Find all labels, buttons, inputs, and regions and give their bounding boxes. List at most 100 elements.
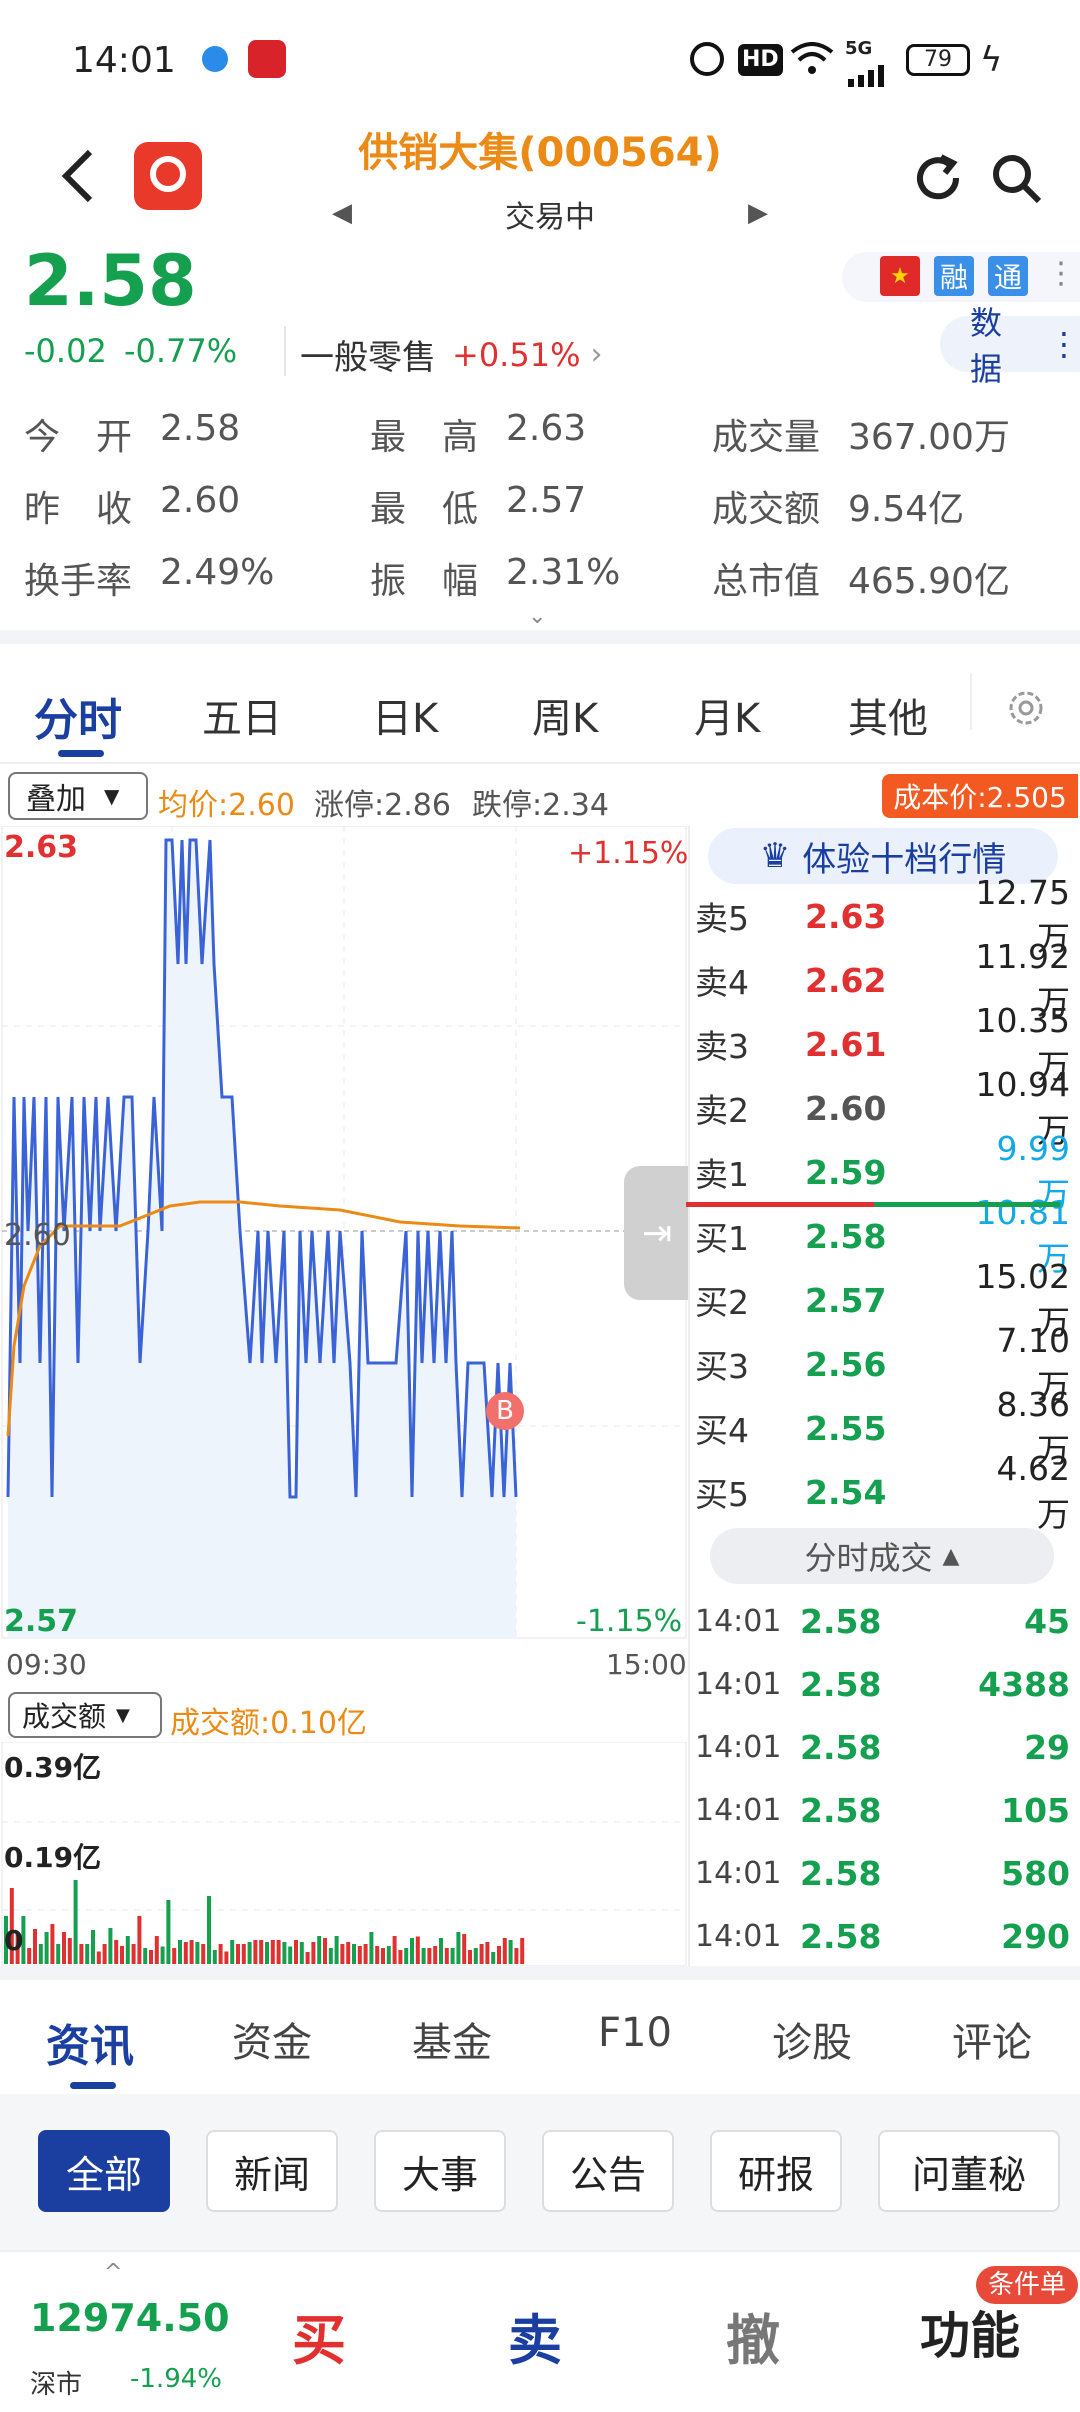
dropdown-icon: ▼ — [116, 1704, 130, 1726]
order-level: 买3 — [695, 1347, 749, 1386]
trade-price: 2.58 — [800, 1917, 882, 1956]
y-axis-max: 2.63 — [4, 830, 79, 865]
index-value[interactable]: 12974.50 — [30, 2296, 230, 2340]
hd-icon: HD — [738, 44, 783, 76]
tab-intraday[interactable]: 分时 — [34, 684, 122, 748]
chip-all[interactable]: 全部 — [38, 2130, 170, 2212]
stat-value: 2.31% — [506, 552, 621, 593]
vol-y2: 0.19亿 — [4, 1841, 102, 1874]
prev-stock-icon[interactable]: ◀ — [332, 198, 352, 228]
volume-bar — [346, 1942, 351, 1964]
volume-bar — [247, 1942, 252, 1964]
volume-bar — [56, 1944, 61, 1964]
price-change-pct: -0.77% — [124, 332, 238, 370]
collapse-panel-icon[interactable]: ⇥ — [624, 1166, 690, 1300]
news-tab-comments[interactable]: 评论 — [952, 2010, 1032, 2068]
news-tab-diagnose[interactable]: 诊股 — [772, 2010, 852, 2068]
sector-link[interactable]: 一般零售 +0.51% › — [300, 330, 602, 379]
tab-monthly-k[interactable]: 月K — [694, 686, 760, 744]
trade-time: 14:01 — [695, 1604, 782, 1639]
volume-bar — [415, 1936, 420, 1964]
volume-bar — [514, 1948, 519, 1964]
stock-title[interactable]: 供销大集(000564) — [300, 120, 780, 178]
shopping-app-icon — [248, 40, 286, 78]
sell-button[interactable]: 卖 — [508, 2296, 562, 2375]
wifi-icon — [790, 42, 834, 76]
tab-weekly-k[interactable]: 周K — [532, 686, 598, 744]
stat-value: 367.00万 — [848, 417, 1010, 458]
order-price: 2.55 — [805, 1408, 887, 1448]
functions-button[interactable]: 功能 — [920, 2296, 1020, 2368]
panel-divider — [688, 826, 690, 1966]
y-axis-min: 2.57 — [4, 1604, 79, 1639]
volume-bar — [27, 1948, 32, 1964]
intraday-chart[interactable] — [0, 826, 690, 1646]
volume-chart — [1, 1742, 687, 1966]
order-book-row[interactable]: 买5 2.54 4.62万 — [695, 1449, 1070, 1534]
volume-bar — [85, 1944, 90, 1964]
y-axis-mid: 2.60 — [4, 1218, 71, 1253]
volume-bar — [33, 1929, 37, 1964]
expand-chevron-icon[interactable]: ⌄ — [528, 604, 546, 629]
order-level: 卖5 — [695, 899, 749, 938]
chevron-right-icon: › — [590, 337, 603, 372]
chip-research[interactable]: 研报 — [710, 2130, 842, 2212]
volume-bar — [439, 1938, 443, 1964]
volume-bar — [79, 1944, 84, 1964]
more-icon[interactable]: ⋮ — [1046, 256, 1076, 291]
active-tab-indicator — [70, 2082, 116, 2089]
chevron-up-icon[interactable]: ^ — [104, 2260, 122, 2285]
news-tab-f10[interactable]: F10 — [598, 2010, 672, 2056]
news-tab-fund[interactable]: 基金 — [412, 2010, 492, 2068]
next-stock-icon[interactable]: ▶ — [748, 198, 768, 228]
stat-label: 总市值 — [712, 561, 821, 602]
chip-events[interactable]: 大事 — [374, 2130, 506, 2212]
chip-news[interactable]: 新闻 — [206, 2130, 338, 2212]
search-button[interactable] — [986, 148, 1046, 208]
tab-other[interactable]: 其他 — [848, 686, 928, 744]
index-pct: -1.94% — [130, 2364, 222, 2394]
volume-bar — [102, 1944, 107, 1964]
limit-up: 涨停:2.86 — [314, 788, 451, 823]
order-level: 卖4 — [695, 963, 749, 1002]
tab-five-day[interactable]: 五日 — [202, 686, 282, 744]
chip-announcements[interactable]: 公告 — [542, 2130, 674, 2212]
stat-label: 今 开 — [24, 417, 133, 458]
stat-value: 2.58 — [160, 408, 241, 449]
overlay-select[interactable]: 叠加 ▼ — [8, 772, 148, 820]
settings-gear-icon[interactable] — [1002, 684, 1050, 732]
stat-label: 成交额 — [712, 489, 821, 530]
cost-price-badge[interactable]: 成本价:2.505 — [882, 774, 1078, 818]
volume-bar — [143, 1948, 148, 1964]
volume-bar — [427, 1948, 432, 1964]
trade-volume: 580 — [1001, 1854, 1070, 1893]
data-button[interactable]: 数据 ⋮ — [940, 304, 1080, 388]
trade-time: 14:01 — [695, 1793, 782, 1828]
conditional-order-badge[interactable]: 条件单 — [976, 2266, 1079, 2304]
cancel-button[interactable]: 撤 — [726, 2296, 780, 2375]
section-divider — [0, 630, 1080, 644]
connect-tag[interactable]: 通 — [988, 256, 1028, 296]
volume-bar — [410, 1938, 414, 1964]
order-price: 2.54 — [805, 1472, 887, 1512]
back-button[interactable] — [48, 146, 108, 206]
index-name: 深市 — [30, 2370, 83, 2400]
chip-ask-secretary[interactable]: 问董秘 — [878, 2130, 1060, 2212]
margin-tag[interactable]: 融 — [934, 256, 974, 296]
trade-price: 2.58 — [800, 1728, 882, 1767]
volume-select-label: 成交额 — [22, 1700, 107, 1733]
refresh-button[interactable] — [908, 148, 968, 208]
status-bar: 14:01 HD 5G 79 ϟ — [0, 0, 1080, 120]
volume-bar — [317, 1936, 322, 1964]
trades-toggle-button[interactable]: 分时成交 ▲ — [710, 1528, 1054, 1584]
volume-bar — [450, 1948, 455, 1964]
tab-daily-k[interactable]: 日K — [372, 686, 438, 744]
buy-button[interactable]: 买 — [292, 2296, 346, 2375]
news-tab-funds[interactable]: 资金 — [232, 2010, 312, 2068]
charging-icon: ϟ — [980, 40, 1003, 80]
order-price: 2.62 — [805, 960, 887, 1000]
buy-marker[interactable]: B — [486, 1392, 524, 1430]
news-tab-info[interactable]: 资讯 — [46, 2010, 134, 2074]
price-change: -0.02 — [24, 332, 107, 370]
volume-select[interactable]: 成交额 ▼ — [8, 1692, 162, 1738]
